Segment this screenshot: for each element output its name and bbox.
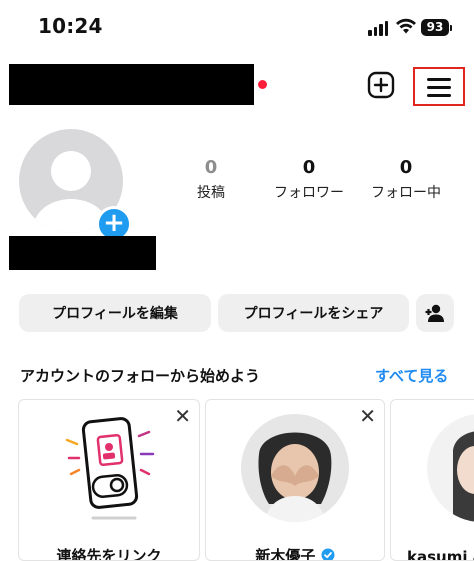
notification-dot	[258, 80, 267, 89]
following-count: 0	[356, 157, 456, 178]
contacts-phone-icon	[63, 414, 163, 524]
followers-label: フォロワー	[259, 182, 359, 202]
redacted-display-name	[9, 236, 156, 270]
followers-stat[interactable]: 0 フォロワー	[259, 157, 359, 202]
menu-line-icon	[427, 86, 451, 89]
suggestion-card-user[interactable]: ✕ 新木優子	[205, 399, 385, 561]
suggested-user-avatar	[241, 414, 349, 522]
hamburger-menu-button[interactable]	[413, 67, 465, 106]
suggestions-title: アカウントのフォローから始めよう	[20, 365, 260, 386]
discover-people-button[interactable]	[416, 294, 454, 332]
edit-profile-button[interactable]: プロフィールを編集	[19, 294, 211, 332]
suggestion-card-user-2[interactable]: kasumi a	[390, 399, 474, 561]
share-profile-button[interactable]: プロフィールをシェア	[218, 294, 409, 332]
following-stat[interactable]: 0 フォロー中	[356, 157, 456, 202]
suggested-user-avatar	[427, 414, 474, 522]
suggestion-card-contacts[interactable]: ✕ 連絡先をリンク	[18, 399, 200, 561]
posts-count: 0	[161, 157, 261, 178]
verified-badge-icon	[321, 548, 335, 561]
redacted-username-header	[9, 64, 254, 105]
followers-count: 0	[259, 157, 359, 178]
wifi-icon	[395, 17, 417, 35]
menu-line-icon	[427, 78, 451, 81]
menu-line-icon	[427, 94, 451, 97]
suggested-username: 新木優子	[255, 547, 315, 561]
person-add-icon	[424, 303, 446, 323]
suggestion-card-label: 新木優子	[206, 545, 384, 561]
posts-label: 投稿	[161, 182, 261, 202]
close-icon[interactable]: ✕	[359, 406, 376, 426]
suggestion-card-label: 連絡先をリンク	[19, 545, 199, 561]
see-all-link[interactable]: すべて見る	[375, 365, 448, 386]
signal-icon	[368, 21, 388, 36]
battery-icon: 93	[421, 19, 449, 36]
status-time: 10:24	[38, 14, 103, 38]
create-post-icon[interactable]	[367, 71, 395, 99]
suggested-username: kasumi a	[407, 548, 474, 561]
close-icon[interactable]: ✕	[174, 406, 191, 426]
posts-stat: 0 投稿	[161, 157, 261, 202]
following-label: フォロー中	[356, 182, 456, 202]
